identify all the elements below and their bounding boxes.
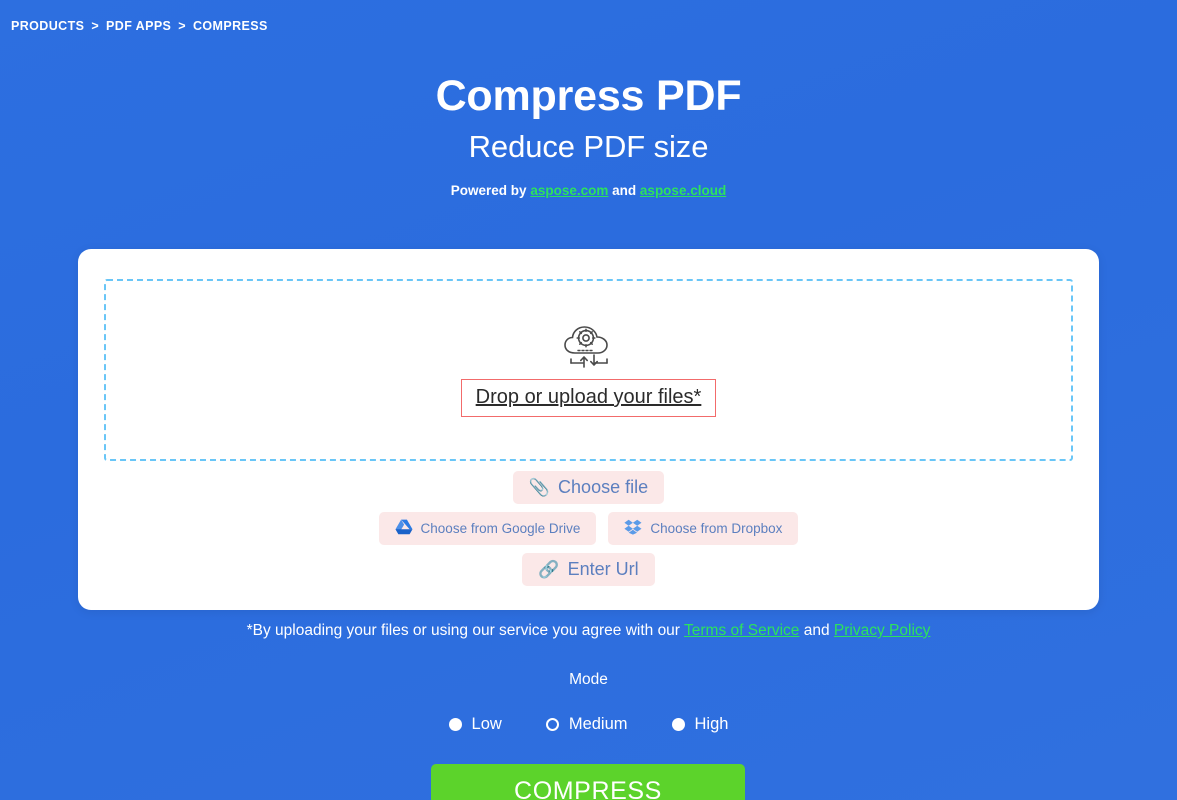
choose-file-button[interactable]: 📎 Choose file [512,471,665,504]
enter-url-button[interactable]: 🔗 Enter Url [522,553,655,586]
enter-url-row: 🔗 Enter Url [522,553,655,586]
terms-of-service-link[interactable]: Terms of Service [684,622,799,639]
dropzone-label: Drop or upload your files* [475,386,702,408]
cloud-sources-row: Choose from Google Drive Choose from Dro… [378,512,799,545]
breadcrumb: PRODUCTS > PDF APPS > COMPRESS [11,19,268,33]
privacy-policy-link[interactable]: Privacy Policy [834,622,930,639]
google-drive-label: Choose from Google Drive [420,521,581,536]
powered-by-conjunction: and [612,183,637,199]
breadcrumb-item-compress[interactable]: COMPRESS [193,19,268,33]
mode-label-low: Low [471,715,502,733]
upload-card: Drop or upload your files* 📎 Choose file… [78,249,1099,610]
mode-option-high[interactable]: High [671,715,729,734]
powered-by-line: Powered by aspose.com and aspose.cloud [0,183,1177,198]
google-drive-icon [395,519,413,538]
breadcrumb-separator: > [91,19,100,33]
aspose-com-link[interactable]: aspose.com [530,183,608,198]
choose-from-dropbox-button[interactable]: Choose from Dropbox [608,512,799,545]
page-title: Compress PDF [435,72,742,120]
link-icon: 🔗 [538,560,560,579]
radio-dot-high[interactable] [671,718,685,731]
powered-by-prefix: Powered by [450,183,527,199]
choose-file-label: Choose file [558,477,649,497]
choose-from-google-drive-button[interactable]: Choose from Google Drive [378,512,597,545]
paperclip-icon: 📎 [528,478,551,497]
drop-label-box[interactable]: Drop or upload your files* [460,379,717,417]
choose-file-row: 📎 Choose file [512,471,665,504]
aspose-cloud-link[interactable]: aspose.cloud [640,183,726,198]
file-source-buttons: 📎 Choose file Choose from Google Drive C… [78,471,1099,586]
breadcrumb-separator: > [178,19,186,33]
breadcrumb-item-pdf-apps[interactable]: PDF APPS [106,19,171,33]
mode-section: Mode Low Medium High [0,671,1177,734]
hero-section: Compress PDF Reduce PDF size Powered by … [0,72,1177,198]
terms-prefix: *By uploading your files or using our se… [246,622,680,639]
enter-url-label: Enter Url [567,559,639,579]
breadcrumb-item-products[interactable]: PRODUCTS [11,19,84,33]
compress-button[interactable]: COMPRESS [431,764,745,800]
mode-title: Mode [569,671,608,688]
cloud-gear-upload-icon [557,323,621,371]
page-subtitle: Reduce PDF size [468,129,709,165]
mode-option-medium[interactable]: Medium [545,715,628,734]
dropbox-icon [624,519,642,538]
mode-label-high: High [694,715,729,733]
mode-option-low[interactable]: Low [448,715,502,734]
radio-dot-medium[interactable] [545,718,559,731]
terms-disclaimer: *By uploading your files or using our se… [0,622,1177,640]
radio-dot-low[interactable] [448,718,462,731]
file-dropzone[interactable]: Drop or upload your files* [104,279,1073,461]
mode-label-medium: Medium [568,715,628,733]
terms-conjunction: and [803,622,830,639]
mode-radio-group: Low Medium High [0,715,1177,734]
dropbox-label: Choose from Dropbox [650,521,783,536]
